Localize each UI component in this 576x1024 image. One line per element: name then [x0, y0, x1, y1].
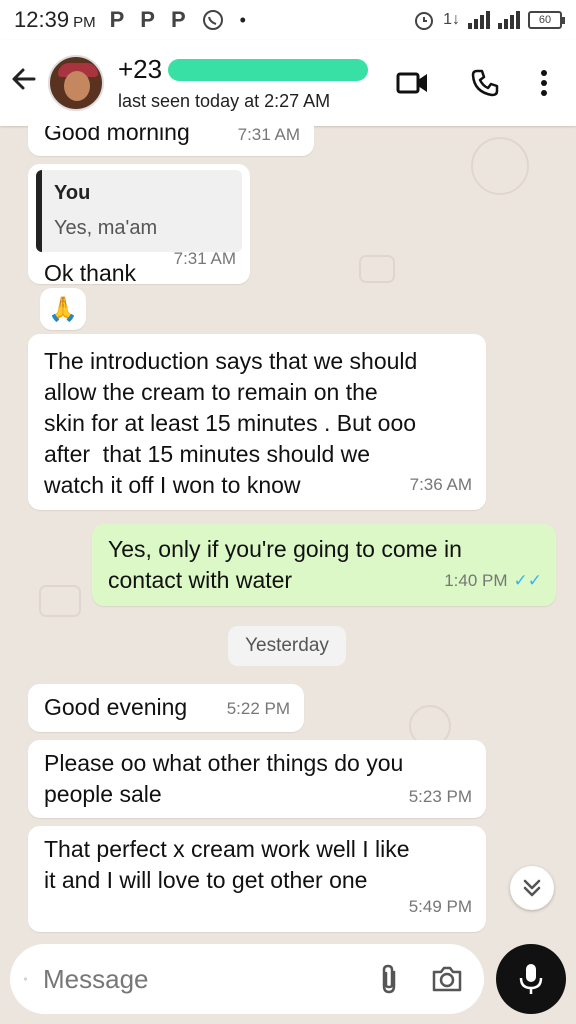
p-notification-icon: P [140, 7, 155, 32]
read-ticks-icon: ✓✓ [513, 571, 543, 590]
message-incoming-reply[interactable]: You Yes, ma'am Ok thank 7:31 AM [28, 164, 250, 286]
signal-strength-icon [468, 11, 490, 29]
message-outgoing[interactable]: Yes, only if you're going to come in con… [92, 524, 556, 606]
message-time: 5:23 PM [408, 787, 472, 806]
message-text: Please oo what other things do you peopl… [44, 750, 404, 807]
more-vert-icon[interactable] [540, 69, 548, 97]
p-notification-icon: P [170, 7, 186, 32]
phone-icon[interactable] [470, 68, 500, 98]
avatar-face [64, 71, 90, 101]
battery-icon: 60 [528, 11, 565, 29]
emoji-icon[interactable] [24, 963, 27, 995]
message-time: 7:31 AM [173, 249, 236, 268]
header-actions [396, 68, 548, 98]
message-time-and-status: 1:40 PM ✓✓ [444, 571, 543, 590]
whatsapp-notification-icon [202, 10, 223, 30]
folded-hands-emoji: 🙏 [48, 295, 78, 323]
quote-text: Yes, ma'am [54, 217, 158, 239]
alarm-icon [415, 12, 434, 30]
p-notification-icon: P [109, 7, 125, 32]
camera-icon[interactable] [430, 964, 464, 994]
message-text: That perfect x cream work well I like it… [44, 836, 410, 893]
message-time: 7:36 AM [409, 475, 472, 494]
message-input[interactable] [43, 963, 378, 995]
double-chevron-down-icon [523, 879, 541, 897]
message-incoming[interactable]: That perfect x cream work well I like it… [28, 826, 486, 932]
contact-info[interactable]: +23 last seen today at 2:27 AM [118, 54, 396, 112]
message-time: 5:49 PM [408, 897, 472, 916]
arrow-left-icon [12, 68, 36, 90]
message-incoming[interactable]: The introduction says that we should all… [28, 334, 486, 510]
message-text: The introduction says that we should all… [44, 348, 418, 498]
last-seen-status: last seen today at 2:27 AM [118, 91, 331, 111]
video-call-icon[interactable] [396, 70, 430, 96]
data-transfer-icon: 1↓ [443, 11, 460, 28]
chat-area[interactable]: Good morning 7:31 AM You Yes, ma'am Ok t… [0, 126, 576, 944]
message-incoming[interactable]: Please oo what other things do you peopl… [28, 740, 486, 818]
message-composer [10, 944, 484, 1014]
date-separator: Yesterday [228, 626, 346, 666]
voice-record-button[interactable] [496, 944, 566, 1014]
contact-name: +23 [118, 54, 396, 85]
signal-strength-2-icon [498, 11, 520, 29]
contact-avatar[interactable] [48, 55, 104, 111]
mic-icon [519, 964, 543, 994]
system-status-icons: 1↓ 60 [413, 9, 565, 31]
message-time: 5:22 PM [226, 699, 290, 718]
composer-actions [378, 962, 464, 996]
chat-header: +23 last seen today at 2:27 AM [0, 40, 576, 126]
message-time: 7:31 AM [237, 126, 300, 144]
message-incoming-emoji[interactable]: 🙏 [40, 288, 86, 330]
message-incoming[interactable]: Good evening 5:22 PM [28, 684, 304, 732]
quoted-message[interactable]: You Yes, ma'am [36, 170, 242, 252]
more-notifications-dot-icon: • [239, 9, 246, 30]
status-bar: 12:39 PM P P P • 1↓ 60 [0, 0, 576, 40]
redaction-mark [168, 58, 369, 81]
paperclip-icon[interactable] [378, 962, 400, 996]
status-time: 12:39 PM [14, 7, 96, 32]
scroll-to-bottom-button[interactable] [510, 866, 554, 910]
notification-icons: P P P • [110, 7, 246, 33]
back-button[interactable] [10, 65, 46, 101]
quote-author: You [54, 182, 91, 204]
message-incoming[interactable]: Good morning 7:31 AM [28, 126, 314, 156]
